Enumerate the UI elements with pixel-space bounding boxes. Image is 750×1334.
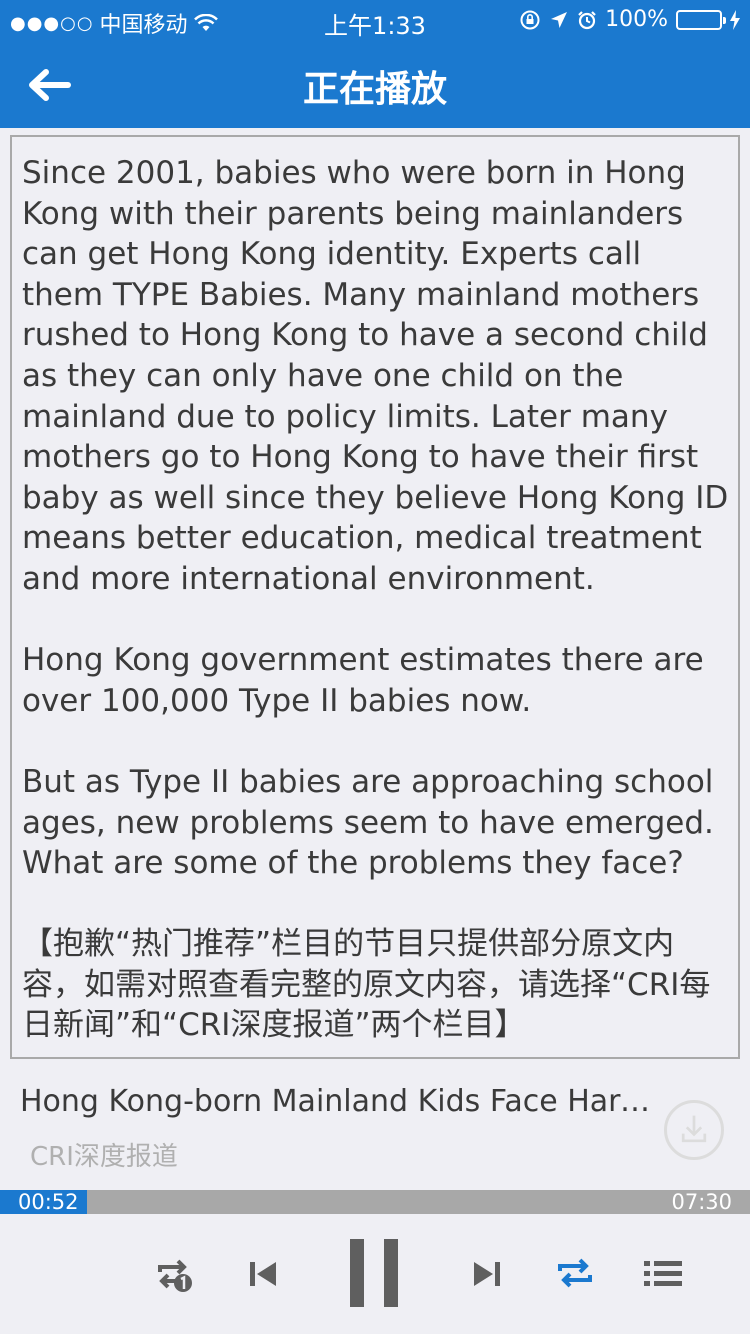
transcript-paragraph: Since 2001, babies who were born in Hong… (22, 155, 729, 597)
transcript-notice: 【抱歉“热门推荐”栏目的节目只提供部分原文内容，如需对照查看完整的原文内容，请选… (22, 926, 711, 1044)
program-name: CRI深度报道 (30, 1142, 178, 1172)
current-time: 00:52 (18, 1190, 79, 1214)
charging-icon (730, 9, 740, 30)
transcript-paragraph: Hong Kong government estimates there are… (22, 642, 704, 719)
nav-bar: 正在播放 (0, 40, 750, 128)
previous-track-icon[interactable] (248, 1260, 278, 1288)
download-icon[interactable] (664, 1100, 724, 1160)
page-title: 正在播放 (302, 69, 447, 110)
pause-icon[interactable] (350, 1239, 400, 1307)
total-time: 07:30 (671, 1190, 732, 1214)
repeat-one-icon[interactable] (156, 1258, 194, 1292)
status-bar: ●●●○○ 中国移动 上午1:33 100% (0, 0, 750, 40)
battery-percent: 100% (605, 7, 668, 32)
alarm-icon (578, 10, 596, 29)
location-icon (551, 11, 568, 28)
repeat-all-icon[interactable] (556, 1257, 594, 1289)
track-title: Hong Kong-born Mainland Kids Face Hard..… (20, 1084, 660, 1119)
next-track-icon[interactable] (472, 1260, 502, 1288)
transcript-paragraph: But as Type II babies are approaching sc… (22, 763, 714, 882)
header: ●●●○○ 中国移动 上午1:33 100% 正在播放 (0, 0, 750, 128)
transcript-panel[interactable]: Since 2001, babies who were born in Hong… (10, 135, 740, 1059)
playlist-icon[interactable] (644, 1260, 682, 1288)
battery-icon (676, 9, 726, 30)
player-controls (0, 1214, 750, 1334)
progress-bar[interactable]: 00:52 07:30 (0, 1190, 750, 1214)
rotation-lock-icon (520, 10, 540, 29)
